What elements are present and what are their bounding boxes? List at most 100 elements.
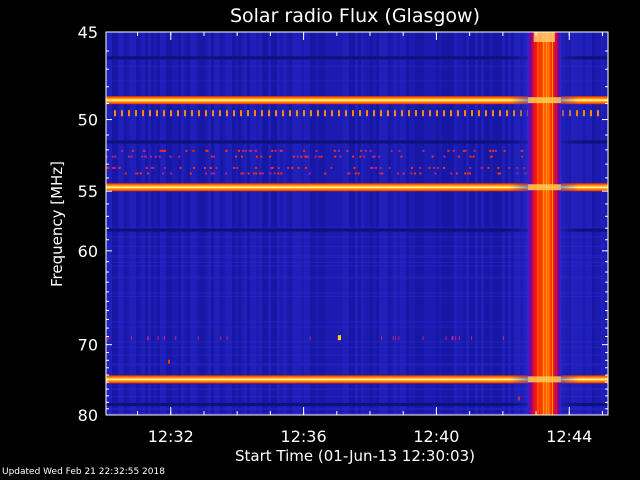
speckle — [198, 110, 200, 117]
speckle — [150, 155, 153, 158]
texture-column — [364, 32, 367, 415]
texture-column — [199, 32, 202, 415]
speckle — [436, 166, 439, 169]
speckle — [197, 336, 199, 341]
texture-column — [598, 32, 601, 415]
speckle — [309, 336, 311, 341]
speckle — [255, 149, 258, 152]
speckle — [121, 149, 124, 152]
speckle — [150, 166, 153, 169]
texture-column — [466, 32, 469, 415]
speckle — [107, 166, 110, 169]
speckle — [436, 110, 438, 117]
texture-column — [373, 32, 376, 415]
speckle — [374, 166, 377, 169]
speckle — [392, 336, 394, 341]
speckle — [304, 166, 307, 169]
texture-column — [460, 32, 463, 415]
texture-column — [385, 32, 388, 415]
speckle — [381, 172, 384, 175]
speckle — [303, 149, 306, 152]
speckle — [233, 110, 235, 117]
texture-column — [193, 32, 196, 415]
speckle — [191, 110, 193, 117]
burst-top — [533, 32, 555, 42]
texture-column — [487, 32, 490, 415]
speckle — [450, 110, 452, 117]
speckle — [400, 155, 403, 158]
burst-streak — [540, 32, 542, 415]
speckle — [252, 172, 255, 175]
speckle — [506, 110, 508, 117]
texture-column — [424, 32, 427, 415]
chart-title: Solar radio Flux (Glasgow) — [230, 5, 480, 27]
texture-column — [187, 32, 190, 415]
texture-column — [223, 32, 226, 415]
speckle — [469, 172, 472, 175]
texture-column — [403, 32, 406, 415]
speckle — [497, 172, 500, 175]
texture-column — [502, 32, 505, 415]
texture-column — [379, 32, 382, 415]
speckle — [338, 335, 341, 341]
x-tick-label: 12:36 — [281, 427, 327, 446]
speckle — [254, 110, 256, 117]
texture-column — [298, 32, 301, 415]
texture-column — [430, 32, 433, 415]
speckle — [401, 110, 403, 117]
y-tick-label: 45 — [78, 23, 98, 42]
speckle — [210, 155, 213, 158]
speckle — [480, 166, 483, 169]
y-tick-label: 60 — [78, 242, 98, 261]
texture-column — [148, 32, 151, 415]
speckle — [408, 110, 410, 117]
texture-column — [145, 32, 148, 415]
speckle — [315, 149, 318, 152]
speckle — [492, 110, 494, 117]
texture-column — [211, 32, 214, 415]
texture-column — [268, 32, 271, 415]
speckle — [159, 149, 162, 152]
texture-column — [496, 32, 499, 415]
texture-column — [394, 32, 397, 415]
texture-column — [604, 32, 607, 415]
texture-column — [301, 32, 304, 415]
texture-column — [499, 32, 502, 415]
texture-column — [214, 32, 217, 415]
speckle — [369, 166, 372, 169]
texture-column — [277, 32, 280, 415]
speckle — [422, 110, 424, 117]
speckle — [422, 149, 425, 152]
speckle — [379, 172, 382, 175]
speckle — [124, 172, 127, 175]
burst-body — [527, 32, 561, 415]
burst-streak — [548, 32, 550, 415]
texture-column — [445, 32, 448, 415]
burst-streak — [535, 32, 537, 415]
texture-column — [229, 32, 232, 415]
speckle — [497, 166, 500, 169]
x-axis-label: Start Time (01-Jun-13 12:30:03) — [235, 447, 475, 465]
speckle — [414, 172, 417, 175]
texture-column — [160, 32, 163, 415]
speckle — [269, 155, 272, 158]
texture-column — [316, 32, 319, 415]
texture-column — [157, 32, 160, 415]
texture-column — [469, 32, 472, 415]
speckle — [597, 110, 599, 117]
speckle — [179, 166, 182, 169]
speckle — [442, 166, 445, 169]
speckle — [163, 110, 165, 117]
speckle — [402, 172, 405, 175]
speckle — [469, 155, 472, 158]
speckle — [451, 336, 453, 341]
texture-column — [418, 32, 421, 415]
texture-column — [334, 32, 337, 415]
speckle — [433, 166, 436, 169]
speckle — [270, 166, 273, 169]
speckle — [236, 166, 239, 169]
texture-column — [475, 32, 478, 415]
speckle — [205, 149, 208, 152]
texture-column — [154, 32, 157, 415]
speckle — [314, 155, 317, 158]
